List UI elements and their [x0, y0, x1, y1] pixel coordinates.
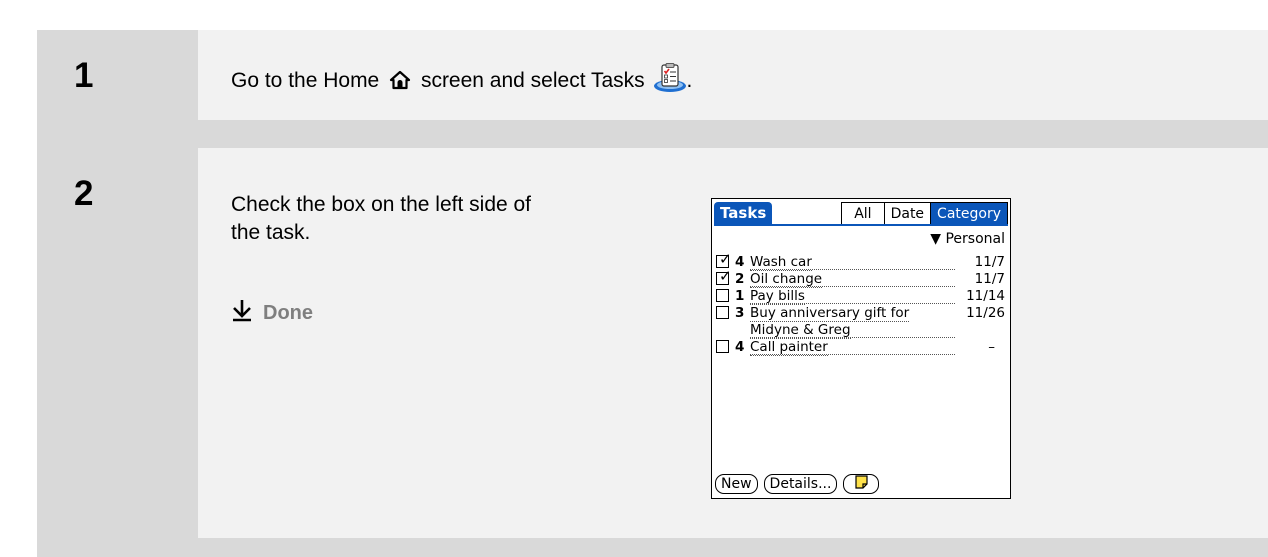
- task-description[interactable]: Oil change: [750, 271, 823, 288]
- bottom-button-bar: New Details...: [715, 474, 880, 494]
- tab-date[interactable]: Date: [883, 203, 931, 225]
- task-description-line2[interactable]: Midyne & Greg: [750, 322, 851, 339]
- step-1-content: Go to the Home screen and select Tasks .: [198, 30, 1268, 120]
- task-priority: 3: [735, 305, 745, 321]
- task-list: ✓ 4 Wash car 11/7 ✓ 2 Oil change 11/7 1: [716, 250, 1005, 356]
- step-number: 1: [74, 56, 94, 95]
- checkmark-icon: ✓: [719, 250, 732, 268]
- task-description[interactable]: Wash car: [750, 254, 812, 271]
- task-priority: 2: [735, 271, 745, 287]
- step-1-text: Go to the Home screen and select Tasks .: [231, 63, 692, 101]
- task-row[interactable]: ✓ 2 Oil change 11/7: [716, 267, 1005, 288]
- task-due-date[interactable]: 11/7: [975, 271, 1005, 287]
- home-icon: [389, 70, 411, 98]
- title-underline: [714, 224, 1008, 226]
- checkmark-icon: ✓: [719, 267, 732, 285]
- task-checkbox[interactable]: ✓: [716, 267, 732, 285]
- task-checkbox[interactable]: [716, 340, 729, 353]
- note-icon: [855, 474, 868, 494]
- step-2-number-cell: 2: [37, 148, 198, 538]
- tab-all[interactable]: All: [842, 203, 884, 225]
- step-1-text-part: Go to the Home: [231, 69, 380, 92]
- steps-table: 1 Go to the Home screen and select Tasks: [37, 30, 1268, 557]
- task-due-date[interactable]: 11/26: [966, 305, 1005, 321]
- task-row-continuation[interactable]: Midyne & Greg: [716, 322, 1005, 339]
- step-1-text-part: screen and select Tasks: [420, 69, 645, 92]
- step-2-text: Check the box on the left side of the ta…: [231, 191, 531, 247]
- task-priority: 4: [735, 254, 745, 270]
- task-row[interactable]: 1 Pay bills 11/14: [716, 288, 1005, 305]
- tab-category[interactable]: Category: [930, 203, 1007, 225]
- task-row[interactable]: 3 Buy anniversary gift for 11/26: [716, 305, 1005, 322]
- task-due-date[interactable]: –: [988, 339, 995, 355]
- done-label: Done: [263, 301, 313, 324]
- task-due-date[interactable]: 11/14: [966, 288, 1005, 304]
- task-priority: 4: [735, 339, 745, 355]
- task-checkbox[interactable]: [716, 289, 729, 302]
- app-title: Tasks: [714, 202, 773, 224]
- task-description[interactable]: Pay bills: [750, 288, 805, 305]
- task-description[interactable]: Call painter: [750, 339, 828, 356]
- palm-tasks-screen: Tasks All Date Category ▼ Personal ✓ 4 W…: [711, 198, 1011, 499]
- details-button[interactable]: Details...: [763, 474, 838, 494]
- note-button[interactable]: [843, 474, 880, 494]
- task-row[interactable]: ✓ 4 Wash car 11/7: [716, 250, 1005, 271]
- tasks-app-icon: [653, 63, 687, 101]
- category-label: Personal: [945, 231, 1005, 247]
- task-row[interactable]: 4 Call painter –: [716, 339, 1005, 356]
- new-button[interactable]: New: [715, 474, 758, 494]
- task-checkbox[interactable]: [716, 306, 729, 319]
- step-2-text-line: the task.: [231, 221, 311, 245]
- step-number: 2: [74, 174, 94, 213]
- task-description[interactable]: Buy anniversary gift for: [750, 305, 910, 322]
- done-indicator: Done: [231, 298, 313, 328]
- step-1-number-cell: 1: [37, 30, 198, 120]
- category-picker[interactable]: ▼ Personal: [930, 231, 1005, 247]
- task-due-date[interactable]: 11/7: [975, 254, 1005, 270]
- triangle-down-icon: ▼: [930, 231, 942, 247]
- down-arrow-icon: [231, 298, 253, 328]
- step-2-content: Check the box on the left side of the ta…: [198, 148, 1268, 538]
- task-priority: 1: [735, 288, 745, 304]
- step-1-text-part: .: [686, 69, 693, 92]
- palm-title-bar: Tasks All Date Category: [712, 199, 1010, 226]
- view-tabs: All Date Category: [841, 202, 1008, 225]
- step-2-text-line: Check the box on the left side of: [231, 193, 532, 216]
